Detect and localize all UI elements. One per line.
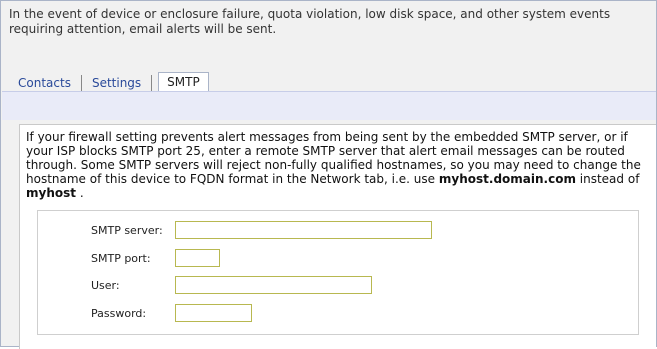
password-row: Password: xyxy=(38,304,638,324)
example-host: myhost xyxy=(26,186,76,200)
smtp-settings-page: In the event of device or enclosure fail… xyxy=(0,0,657,349)
tab-content-header xyxy=(2,91,656,120)
password-input[interactable] xyxy=(175,304,252,322)
description-end: . xyxy=(79,186,84,200)
smtp-server-row: SMTP server: xyxy=(38,221,638,241)
tab-contacts[interactable]: Contacts xyxy=(9,75,82,91)
smtp-server-input[interactable] xyxy=(175,221,432,239)
user-input[interactable] xyxy=(175,276,372,294)
smtp-description: If your firewall setting prevents alert … xyxy=(26,130,650,200)
smtp-port-row: SMTP port: xyxy=(38,249,638,269)
tab-smtp[interactable]: SMTP xyxy=(158,72,209,91)
smtp-port-label: SMTP port: xyxy=(91,252,151,265)
tab-settings[interactable]: Settings xyxy=(82,75,153,91)
tab-strip: Contacts Settings SMTP xyxy=(9,72,209,91)
smtp-server-label: SMTP server: xyxy=(91,224,163,237)
user-label: User: xyxy=(91,279,120,292)
smtp-port-input[interactable] xyxy=(175,249,220,267)
smtp-form: SMTP server: SMTP port: User: Password: xyxy=(37,210,639,335)
example-fqdn: myhost.domain.com xyxy=(438,172,576,186)
user-row: User: xyxy=(38,276,638,296)
smtp-panel: If your firewall setting prevents alert … xyxy=(19,124,656,349)
password-label: Password: xyxy=(91,307,147,320)
description-middle: instead of xyxy=(579,172,640,186)
intro-text: In the event of device or enclosure fail… xyxy=(9,7,611,36)
